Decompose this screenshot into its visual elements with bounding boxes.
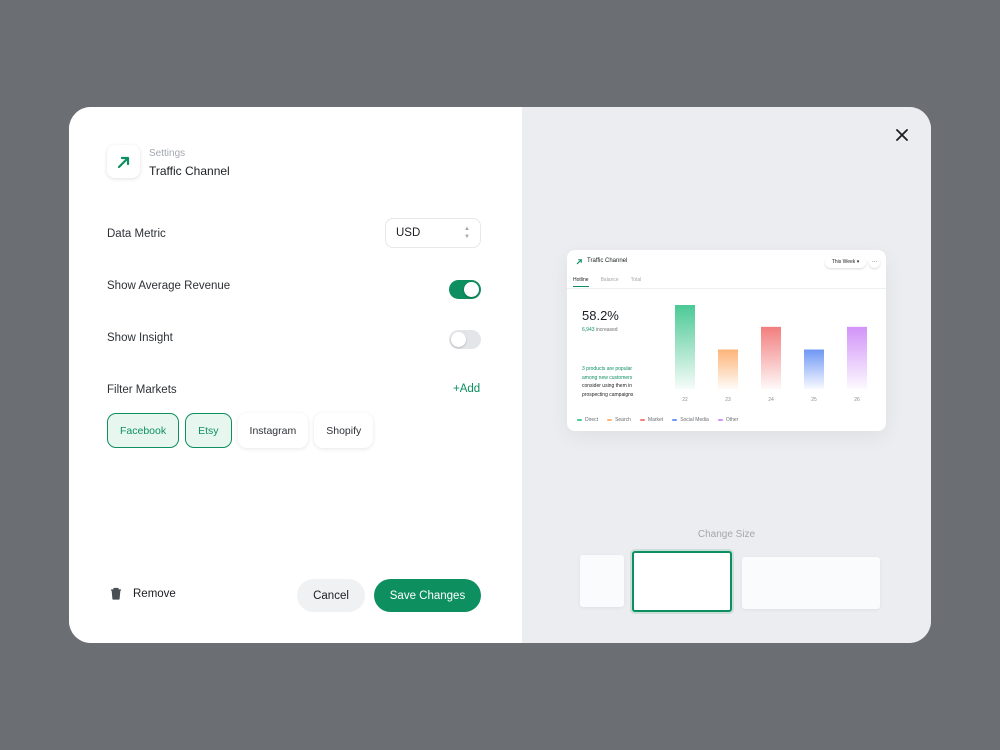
x-tick-25: 25: [811, 397, 817, 403]
header-section: Settings: [149, 148, 186, 159]
legend-label: Search: [615, 417, 631, 423]
cancel-button[interactable]: Cancel: [297, 579, 365, 612]
legend-swatch: [577, 419, 582, 421]
close-icon[interactable]: [894, 127, 910, 143]
save-changes-button[interactable]: Save Changes: [374, 579, 481, 612]
chip-instagram[interactable]: Instagram: [237, 413, 309, 448]
trending-up-icon: [107, 145, 140, 178]
bar-26: [847, 326, 867, 389]
data-metric-label: Data Metric: [107, 228, 166, 240]
bar-22: [675, 305, 695, 389]
legend-item: Other: [717, 417, 739, 423]
legend-item: Search: [607, 417, 631, 423]
show-insight-toggle[interactable]: [449, 330, 481, 349]
add-market-link[interactable]: +Add: [453, 383, 480, 395]
legend-item: Market: [639, 417, 664, 423]
header-title: Traffic Channel: [149, 164, 230, 178]
remove-button[interactable]: Remove: [110, 587, 176, 600]
legend-swatch: [639, 419, 645, 421]
preview-card: Traffic Channel This Week ▾ ··· Hotline …: [567, 250, 886, 431]
filter-markets-label: Filter Markets: [107, 384, 177, 396]
legend-item: Direct: [577, 417, 598, 423]
bar-24: [761, 326, 781, 389]
trash-icon: [111, 587, 121, 600]
legend-item: Social Media: [672, 417, 709, 423]
bar-chart: 22 23 24 25 26: [675, 305, 867, 403]
legend-label: Direct: [585, 417, 599, 423]
bar-23: [718, 349, 738, 389]
size-small-thumb[interactable]: [580, 555, 624, 607]
chip-facebook[interactable]: Facebook: [107, 413, 180, 448]
x-tick-26: 26: [854, 397, 860, 403]
chip-shopify[interactable]: Shopify: [314, 413, 374, 448]
show-avg-revenue-label: Show Average Revenue: [107, 280, 231, 292]
toggle-knob: [464, 282, 479, 297]
bar-25: [804, 349, 824, 389]
legend-label: Social Media: [680, 417, 709, 423]
legend-swatch: [672, 419, 678, 421]
settings-modal: Settings Traffic Channel Data Metric USD…: [69, 107, 931, 643]
select-arrows-icon: ▲ ▼: [464, 226, 470, 240]
size-large-thumb[interactable]: [742, 557, 880, 609]
show-avg-revenue-toggle[interactable]: [449, 280, 481, 299]
legend-label: Market: [647, 417, 664, 423]
legend-swatch: [717, 419, 723, 421]
remove-label: Remove: [133, 587, 176, 600]
size-medium-thumb[interactable]: [632, 551, 732, 612]
chart-legend: Direct Search Market Social Media Other: [577, 417, 738, 423]
toggle-knob: [451, 332, 466, 347]
data-metric-value: USD: [396, 227, 421, 239]
legend-label: Other: [725, 417, 739, 423]
x-tick-22: 22: [682, 397, 688, 403]
preview-panel: Traffic Channel This Week ▾ ··· Hotline …: [522, 107, 931, 643]
x-tick-23: 23: [725, 397, 731, 403]
legend-swatch: [607, 419, 613, 421]
settings-panel: Settings Traffic Channel Data Metric USD…: [69, 107, 522, 643]
x-tick-24: 24: [768, 397, 774, 403]
market-chips: Facebook Etsy Instagram Shopify: [107, 413, 374, 448]
change-size-label: Change Size: [697, 529, 756, 540]
chip-etsy[interactable]: Etsy: [185, 413, 232, 448]
show-insight-label: Show Insight: [107, 332, 173, 344]
data-metric-select[interactable]: USD ▲ ▼: [385, 218, 481, 248]
